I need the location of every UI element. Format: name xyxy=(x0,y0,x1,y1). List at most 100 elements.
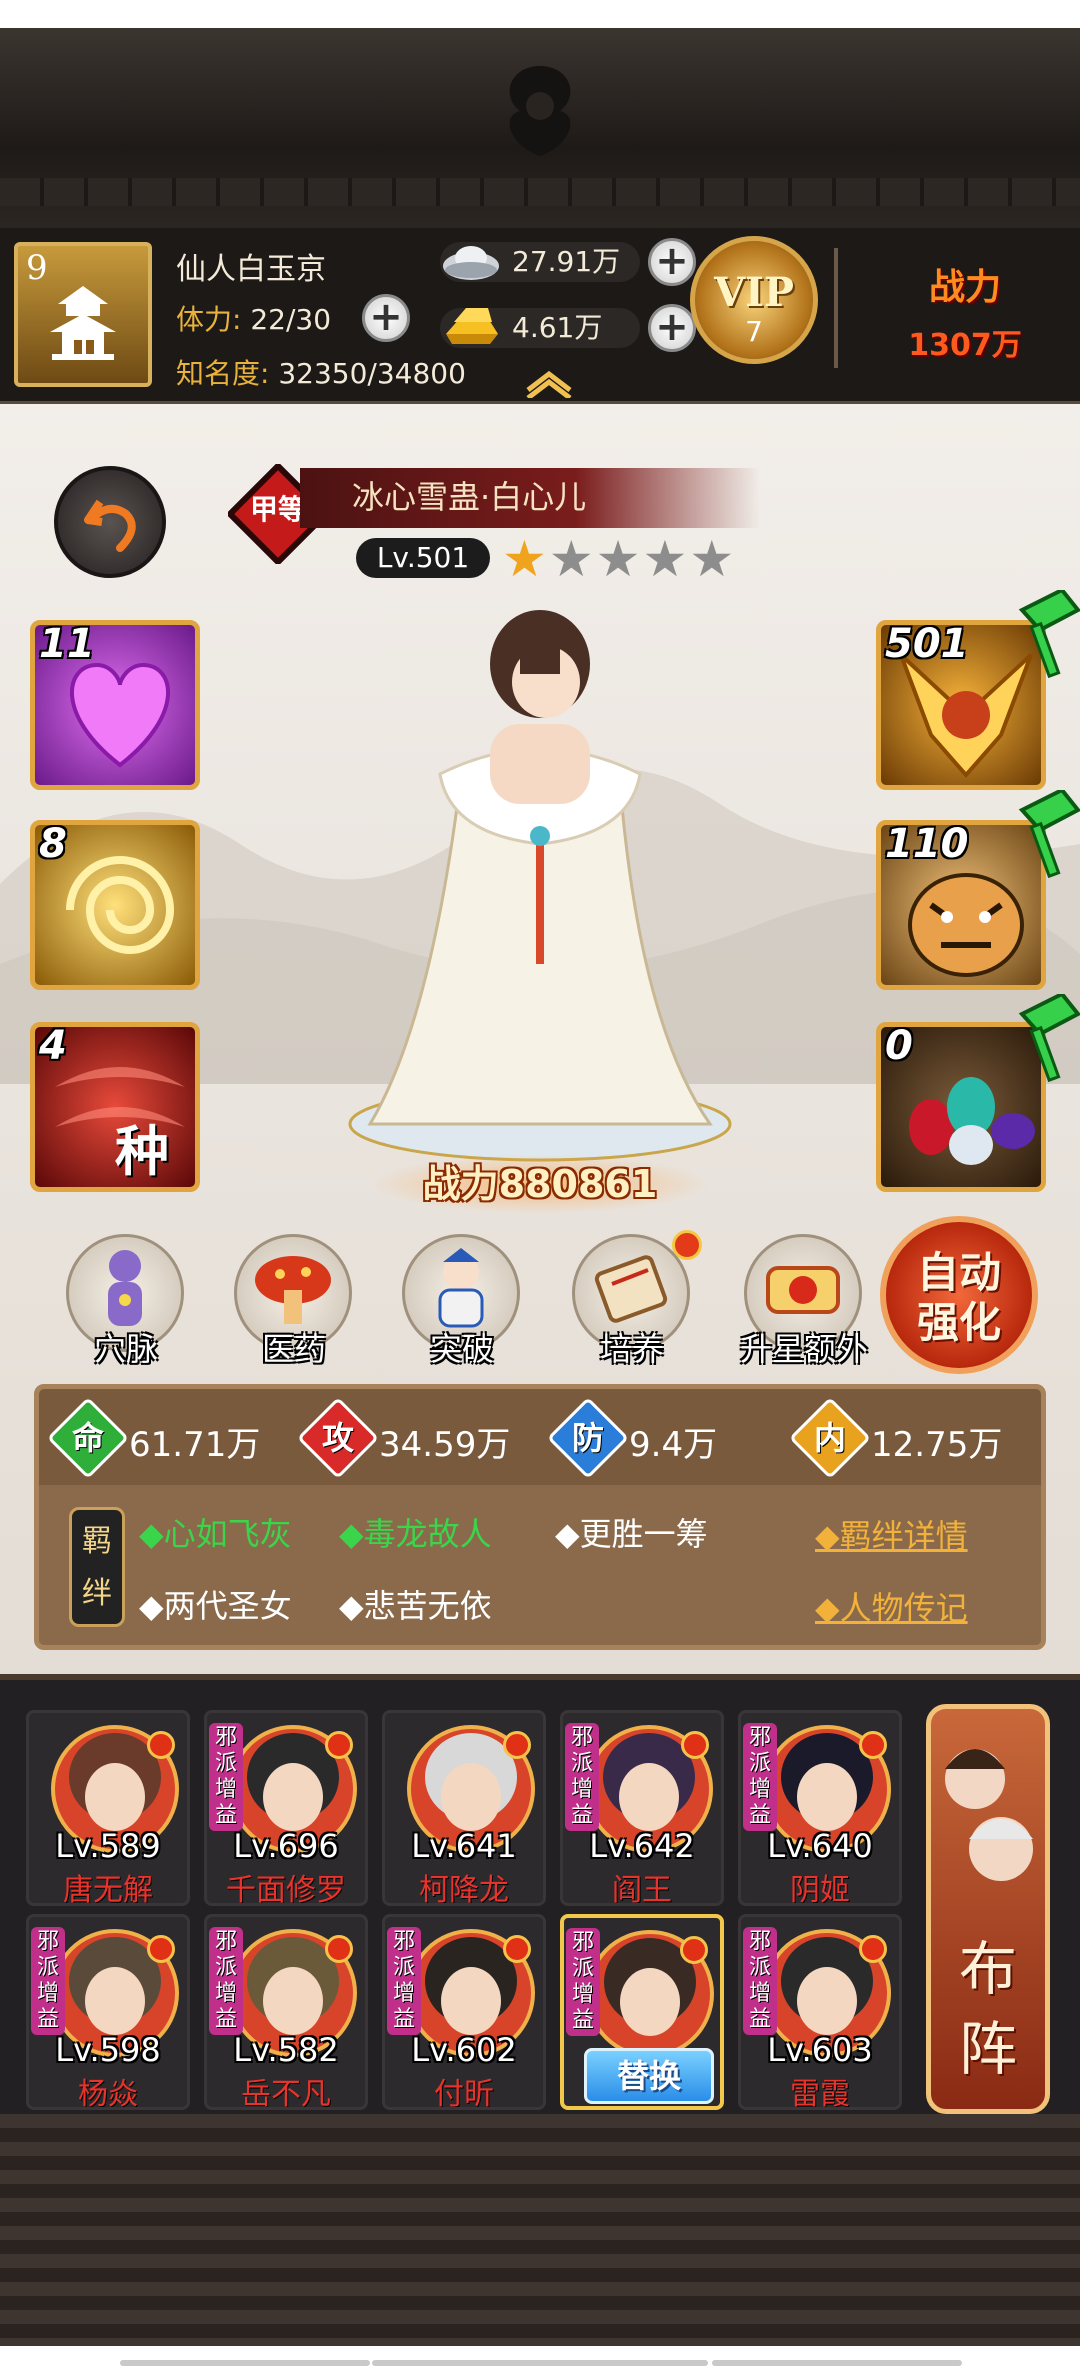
notification-dot xyxy=(503,1935,531,1963)
add-stamina-button[interactable]: + xyxy=(362,294,410,342)
notification-dot xyxy=(147,1935,175,1963)
star-up-extra-button[interactable]: 升星额外 xyxy=(734,1234,874,1374)
notification-dot xyxy=(859,1731,887,1759)
cultivate-button[interactable]: 培养 xyxy=(562,1230,702,1374)
faction-bonus-tag: 邪派增益 xyxy=(387,1927,421,2035)
func-label: 升星额外 xyxy=(739,1330,868,1368)
pagoda-icon xyxy=(50,286,116,360)
lineup-panel: Lv.589 唐无解 邪派增益 Lv.696 千面修罗 Lv.641 柯降龙 邪派增益 Lv.6… xyxy=(0,1674,1080,2114)
medicine-button[interactable]: 医药 xyxy=(224,1234,364,1374)
equip-count: 110 xyxy=(885,821,969,867)
total-power-value: 1307万 xyxy=(908,328,1022,363)
skill-count: 4 xyxy=(39,1023,67,1069)
equip-count: 501 xyxy=(885,621,969,667)
hero-level: Lv.589 xyxy=(55,1827,161,1865)
lineup-slot[interactable]: 邪派增益替换 xyxy=(560,1914,724,2110)
formation-text: 布阵 xyxy=(958,1935,1017,2083)
attribute-row: 命 61.71万 攻 34.59万 防 9.4万 内 12.75万 xyxy=(39,1389,1041,1485)
hero-level: Lv.602 xyxy=(411,2031,517,2069)
lineup-slot[interactable]: 邪派增益 Lv.602 付昕 xyxy=(382,1914,546,2110)
meridian-button[interactable]: 穴脉 xyxy=(56,1234,196,1374)
func-label: 突破 xyxy=(429,1330,494,1368)
lineup-slot[interactable]: Lv.589 唐无解 xyxy=(26,1710,190,1906)
bond-item: ◆悲苦无依 xyxy=(339,1587,492,1625)
stat-key: 命 xyxy=(71,1419,104,1457)
nav-indicator xyxy=(712,2360,962,2366)
status-bar xyxy=(0,0,1080,28)
chevron-up-icon[interactable] xyxy=(522,368,576,398)
func-label: 医药 xyxy=(261,1330,326,1368)
vip-badge[interactable]: VIP 7 xyxy=(690,236,818,364)
total-power: 战力 1307万 xyxy=(860,258,1070,364)
faction-bonus-tag: 邪派增益 xyxy=(565,1723,599,1831)
lineup-slot[interactable]: 邪派增益 Lv.696 千面修罗 xyxy=(204,1710,368,1906)
skill-slot-heart[interactable]: 11 xyxy=(30,620,200,790)
star-empty-icon: ★ xyxy=(548,530,596,588)
vip-level: 7 xyxy=(745,315,763,348)
bottom-decoration xyxy=(0,2114,1080,2346)
back-arrow-icon xyxy=(84,499,136,552)
hero-level: Lv.501 xyxy=(356,538,490,578)
formation-label: 布阵 xyxy=(931,1929,1045,2089)
fame-display: 知名度: 32350/34800 xyxy=(176,352,466,392)
replace-button[interactable]: 替换 xyxy=(584,2048,714,2104)
hero-level: Lv.642 xyxy=(589,1827,695,1865)
equip-count: 0 xyxy=(885,1023,913,1069)
gold-value: 4.61万 xyxy=(512,311,603,344)
stamina-value: 22/30 xyxy=(250,303,332,336)
roof-ornament-icon xyxy=(509,66,571,156)
hero-name: 付昕 xyxy=(434,2077,494,2110)
faction-bonus-tag: 邪派增益 xyxy=(566,1928,600,2036)
breakthrough-button[interactable]: 突破 xyxy=(392,1234,532,1374)
stat-key: 内 xyxy=(813,1419,846,1457)
func-label: 培养 xyxy=(599,1330,664,1368)
lineup-slot[interactable]: 邪派增益 Lv.603 雷霞 xyxy=(738,1914,902,2110)
fame-value: 32350/34800 xyxy=(278,357,466,390)
character-bio-link[interactable]: ◆人物传记 xyxy=(815,1583,968,1629)
star-filled-icon: ★ xyxy=(502,530,549,588)
hero-level: Lv.603 xyxy=(767,2031,873,2069)
hero-level: Lv.598 xyxy=(55,2031,161,2069)
total-power-label: 战力 xyxy=(928,267,1001,308)
forge-hammer-icon[interactable] xyxy=(1012,994,1080,1084)
add-gold-button[interactable]: + xyxy=(648,304,696,352)
fame-label: 知名度: xyxy=(176,357,270,390)
func-label: 穴脉 xyxy=(93,1330,158,1368)
lineup-slot[interactable]: Lv.641 柯降龙 xyxy=(382,1710,546,1906)
stamina-label: 体力: xyxy=(176,303,242,336)
stat-value: 12.75万 xyxy=(871,1425,1003,1465)
player-info-bar: 9 仙人白玉京 体力: 22/30 + 知名度: 32350/34800 27.… xyxy=(0,228,1080,404)
bond-item: ◆更胜一筹 xyxy=(555,1515,708,1553)
auto-strengthen-text: 自动强化 xyxy=(916,1248,1001,1347)
add-silver-button[interactable]: + xyxy=(648,238,696,286)
forge-hammer-icon[interactable] xyxy=(1012,790,1080,880)
forge-hammer-icon[interactable] xyxy=(1012,590,1080,680)
hero-name: 千面修罗 xyxy=(226,1873,346,1906)
lineup-slot[interactable]: 邪派增益 Lv.640 阴姬 xyxy=(738,1710,902,1906)
lineup-slot[interactable]: 邪派增益 Lv.582 岳不凡 xyxy=(204,1914,368,2110)
skill-slot-vortex[interactable]: 8 xyxy=(30,820,200,990)
lineup-slot[interactable]: 邪派增益 Lv.598 杨焱 xyxy=(26,1914,190,2110)
bond-item: ◆心如飞灰 xyxy=(139,1515,292,1553)
lineup-slot[interactable]: 邪派增益 Lv.642 阎王 xyxy=(560,1710,724,1906)
stat-key: 防 xyxy=(571,1419,604,1457)
hero-level: Lv.582 xyxy=(233,2031,339,2069)
faction-bonus-tag: 邪派增益 xyxy=(743,1927,777,2035)
star-empty-icon: ★ xyxy=(642,530,690,588)
auto-strengthen-button[interactable]: 自动强化 xyxy=(880,1216,1038,1374)
stat-value: 34.59万 xyxy=(379,1425,511,1465)
skill-slot-seed[interactable]: 种 4 xyxy=(30,1022,200,1192)
notification-dot xyxy=(503,1731,531,1759)
back-button[interactable] xyxy=(54,466,166,578)
hero-level: Lv.640 xyxy=(767,1827,873,1865)
faction-bonus-tag: 邪派增益 xyxy=(743,1723,777,1831)
stat-value: 61.71万 xyxy=(129,1425,261,1465)
nav-indicator xyxy=(372,2360,708,2366)
player-avatar[interactable]: 9 xyxy=(14,242,152,387)
bond-tag-text: 羁绊 xyxy=(82,1524,112,1611)
hero-level: Lv.641 xyxy=(411,1827,517,1865)
bond-details-link[interactable]: ◆羁绊详情 xyxy=(815,1511,968,1557)
star-empty-icon: ★ xyxy=(595,530,643,588)
formation-button[interactable]: 布阵 xyxy=(926,1704,1050,2114)
faction-bonus-tag: 邪派增益 xyxy=(209,1723,243,1831)
